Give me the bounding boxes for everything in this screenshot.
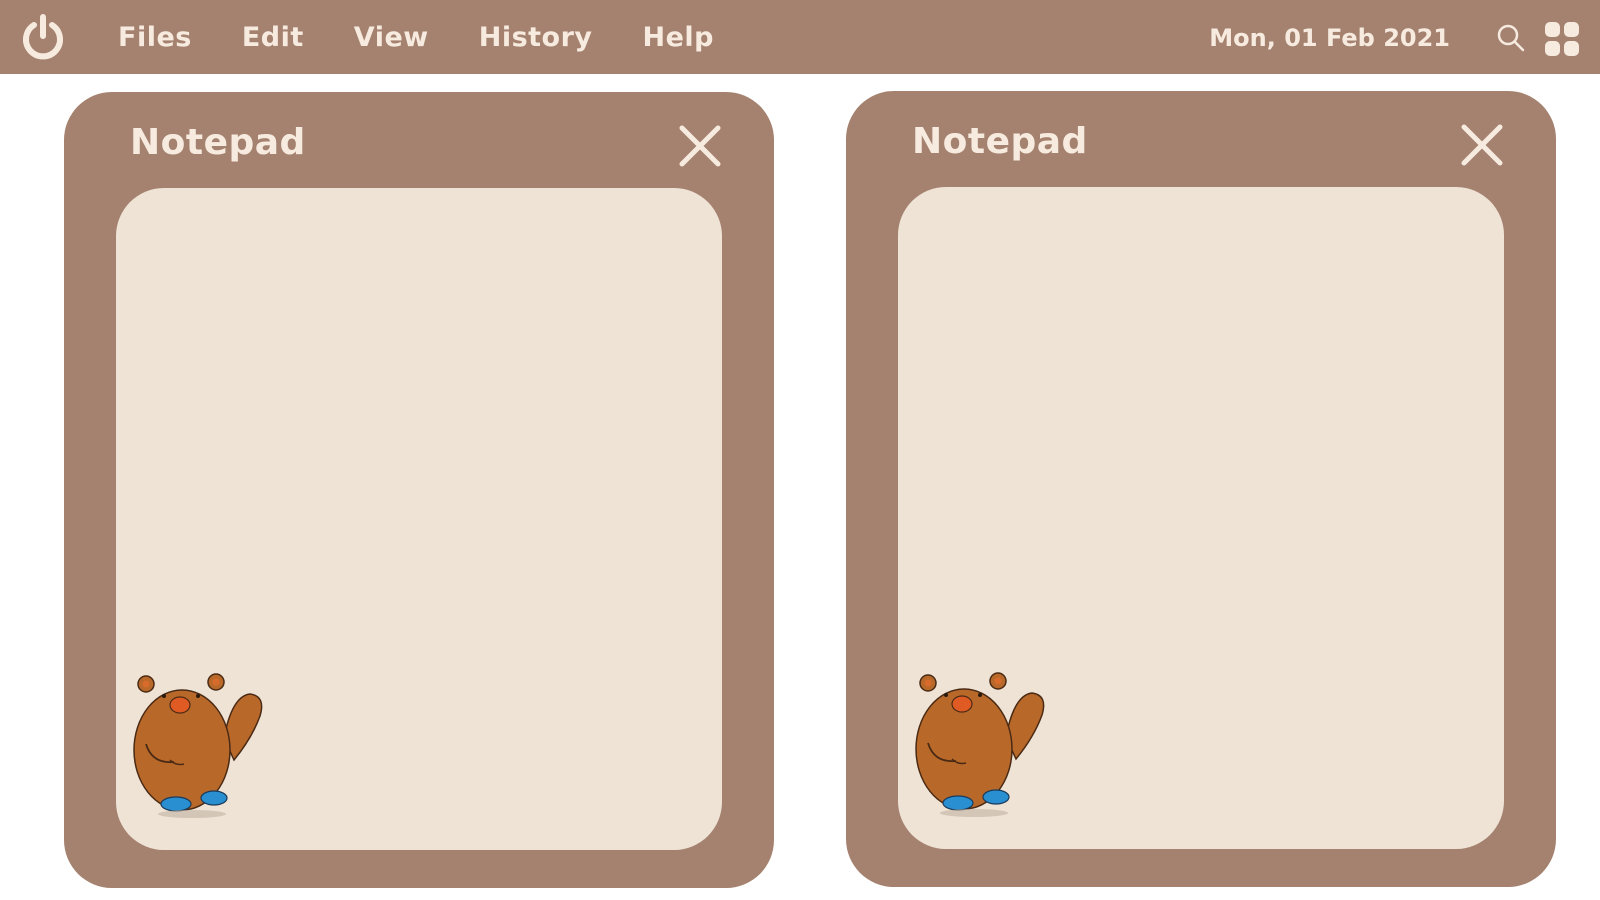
- menu-history[interactable]: History: [479, 22, 593, 53]
- window-title: Notepad: [912, 121, 1088, 162]
- menu-files[interactable]: Files: [118, 22, 192, 53]
- grid-icon[interactable]: [1544, 21, 1580, 57]
- close-icon[interactable]: [676, 122, 724, 170]
- menu-bar: Files Edit View History Help Mon, 01 Feb…: [0, 0, 1600, 74]
- close-icon[interactable]: [1458, 121, 1506, 169]
- notepad-window-2: Notepad: [846, 91, 1556, 887]
- search-icon[interactable]: [1496, 23, 1526, 53]
- power-icon[interactable]: [20, 12, 66, 60]
- window-title: Notepad: [130, 122, 306, 163]
- bear-illustration: [915, 672, 1045, 817]
- notepad-window-1: Notepad: [64, 92, 774, 888]
- menu-help[interactable]: Help: [643, 22, 715, 53]
- menu: Files Edit View History Help: [118, 0, 764, 74]
- date-display: Mon, 01 Feb 2021: [1209, 24, 1450, 52]
- menu-edit[interactable]: Edit: [242, 22, 304, 53]
- menu-view[interactable]: View: [354, 22, 429, 53]
- bear-illustration: [133, 673, 263, 818]
